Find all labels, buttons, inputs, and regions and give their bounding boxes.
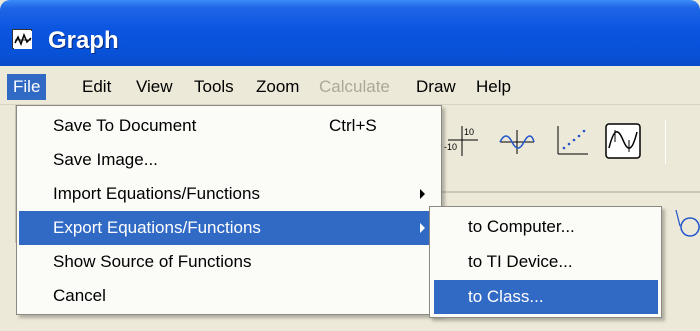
menu-item-cancel[interactable]: Cancel <box>19 279 439 313</box>
submenu-arrow-icon <box>420 189 425 199</box>
menu-file[interactable]: File <box>7 74 47 100</box>
svg-text:-10: -10 <box>444 142 457 152</box>
menu-item-label: Save To Document <box>53 116 197 135</box>
file-menu-dropdown: Save To Document Ctrl+S Save Image... Im… <box>16 105 442 315</box>
submenu-item-to-ti-device[interactable]: to TI Device... <box>434 245 658 279</box>
submenu-item-to-class[interactable]: to Class... <box>434 280 658 314</box>
menu-item-save-to-document[interactable]: Save To Document Ctrl+S <box>19 109 439 143</box>
export-submenu: to Computer... to TI Device... to Class.… <box>429 206 662 318</box>
menu-item-save-image[interactable]: Save Image... <box>19 143 439 177</box>
submenu-item-to-computer[interactable]: to Computer... <box>434 210 658 244</box>
menu-item-label: Import Equations/Functions <box>53 184 260 203</box>
menu-tools[interactable]: Tools <box>188 74 240 100</box>
window-title: Graph <box>48 27 119 54</box>
menu-bar: File Edit View Tools Zoom Calculate Draw… <box>0 66 700 105</box>
menu-item-label: Show Source of Functions <box>53 252 252 271</box>
trace-icon[interactable] <box>600 118 646 164</box>
menu-item-label: Save Image... <box>53 150 158 169</box>
submenu-arrow-icon <box>420 223 425 233</box>
menu-item-import-equations[interactable]: Import Equations/Functions <box>19 177 439 211</box>
menu-item-label: Cancel <box>53 286 106 305</box>
menu-draw[interactable]: Draw <box>410 74 462 100</box>
shortcut-label: Ctrl+S <box>329 116 377 135</box>
menu-item-show-source[interactable]: Show Source of Functions <box>19 245 439 279</box>
graph-app-icon <box>12 29 32 49</box>
scatter-plot-icon[interactable] <box>548 118 594 164</box>
window-settings-icon[interactable]: 10 -10 <box>440 118 486 164</box>
menu-calculate: Calculate <box>319 77 390 96</box>
menu-edit[interactable]: Edit <box>76 74 117 100</box>
svg-text:10: 10 <box>464 127 474 137</box>
menu-help[interactable]: Help <box>470 74 517 100</box>
graph-toolbar: 10 -10 <box>440 108 700 183</box>
menu-item-label: Export Equations/Functions <box>53 218 261 237</box>
menu-zoom[interactable]: Zoom <box>250 74 305 100</box>
menu-item-export-equations[interactable]: Export Equations/Functions <box>19 211 439 245</box>
graph-wave-icon[interactable] <box>494 118 540 164</box>
toolbar-separator <box>665 120 666 164</box>
menu-view[interactable]: View <box>130 74 179 100</box>
title-bar[interactable]: Graph <box>0 0 700 66</box>
